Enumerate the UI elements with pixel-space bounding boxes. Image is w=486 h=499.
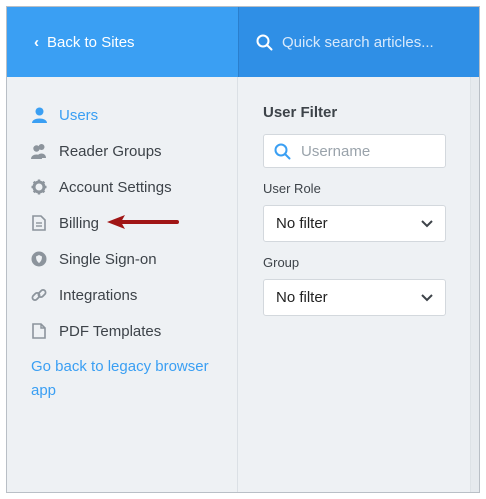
panel-scrollbar[interactable] [470, 77, 479, 492]
back-to-sites-button[interactable]: ‹ Back to Sites [7, 7, 238, 77]
sidebar-item-label: Integrations [59, 286, 138, 304]
sidebar-item-label: PDF Templates [59, 322, 162, 340]
sidebar-item-label: Account Settings [59, 178, 172, 196]
top-bar: ‹ Back to Sites Quick search articles... [7, 7, 479, 77]
app-window: ‹ Back to Sites Quick search articles...… [6, 6, 480, 493]
user-filter-title: User Filter [263, 104, 338, 121]
shield-icon [31, 251, 47, 267]
user-role-select[interactable]: No filter [263, 205, 446, 242]
user-role-label: User Role [263, 181, 321, 196]
sidebar-item-users[interactable]: Users [31, 104, 98, 126]
quick-search-placeholder: Quick search articles... [282, 33, 434, 51]
sidebar-item-billing[interactable]: Billing [31, 212, 99, 234]
username-placeholder: Username [301, 142, 371, 160]
sidebar-item-pdf-templates[interactable]: PDF Templates [31, 320, 161, 342]
search-icon [256, 34, 273, 50]
sidebar: Users Reader Groups Account Settings Bil… [7, 77, 238, 492]
sidebar-item-label: Reader Groups [59, 142, 162, 160]
reader-groups-icon [31, 143, 47, 159]
legacy-browser-link[interactable]: Go back to legacy browser app [31, 355, 226, 403]
sidebar-item-integrations[interactable]: Integrations [31, 284, 137, 306]
chevron-down-icon [421, 219, 433, 227]
search-icon [274, 143, 291, 159]
sidebar-item-reader-groups[interactable]: Reader Groups [31, 140, 162, 162]
file-icon [31, 323, 47, 339]
user-icon [31, 107, 47, 123]
group-select[interactable]: No filter [263, 279, 446, 316]
back-to-sites-label: Back to Sites [47, 33, 135, 51]
user-filter-panel: User Filter Username User Role No filter… [238, 77, 470, 492]
chevron-left-icon: ‹ [34, 33, 39, 51]
user-role-value: No filter [276, 215, 328, 232]
sidebar-item-label: Single Sign-on [59, 250, 157, 268]
document-icon [31, 215, 47, 231]
annotation-arrow-icon [107, 215, 179, 229]
group-label: Group [263, 255, 300, 270]
sidebar-item-single-sign-on[interactable]: Single Sign-on [31, 248, 157, 270]
sidebar-item-account-settings[interactable]: Account Settings [31, 176, 172, 198]
group-value: No filter [276, 289, 328, 306]
username-search-input[interactable]: Username [263, 134, 446, 168]
chevron-down-icon [421, 293, 433, 301]
sidebar-item-label: Users [59, 106, 99, 124]
quick-search-input[interactable]: Quick search articles... [238, 7, 479, 77]
gear-icon [31, 179, 47, 195]
sidebar-item-label: Billing [59, 214, 100, 232]
link-icon [31, 287, 47, 303]
